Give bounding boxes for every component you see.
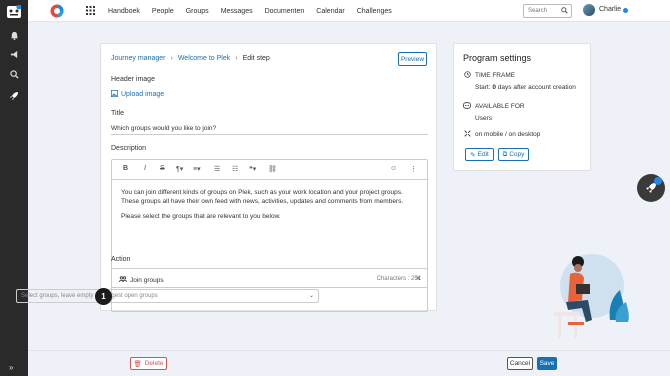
step-badge: 1 — [95, 288, 112, 305]
people-icon — [119, 276, 127, 285]
strikethrough-icon[interactable]: S — [160, 165, 165, 172]
align-icon[interactable]: ≡▾ — [193, 165, 201, 173]
more-options-icon[interactable]: ⋮ — [410, 165, 417, 173]
bullet-list-icon[interactable]: ☰ — [214, 165, 220, 173]
user-circle-icon — [463, 102, 471, 111]
chevron-right-icon: › — [170, 55, 173, 62]
megaphone-icon[interactable] — [6, 46, 22, 62]
title-input[interactable]: Which groups would you like to join? — [111, 125, 216, 132]
trash-icon: 🗑 — [133, 360, 142, 368]
platform-row: on mobile / on desktop — [463, 130, 540, 139]
description-paragraph-1: You can join different kinds of groups o… — [121, 189, 404, 205]
italic-icon[interactable]: I — [144, 165, 146, 172]
bell-icon[interactable] — [6, 27, 22, 43]
close-icon[interactable]: × — [416, 273, 421, 283]
time-frame-row: TIME FRAME — [463, 71, 515, 80]
platform-value: on mobile / on desktop — [475, 131, 541, 138]
image-icon — [111, 90, 118, 99]
collapse-sidebar-button[interactable]: » — [9, 363, 13, 372]
left-sidebar: » — [0, 0, 28, 376]
bottom-action-bar — [28, 350, 670, 376]
start-row: Start: 0 days after account creation — [463, 84, 576, 91]
search-input[interactable]: Search — [523, 4, 572, 18]
plek-logo-icon[interactable] — [50, 4, 64, 18]
person-reading-illustration — [548, 250, 638, 340]
expand-icon — [463, 130, 471, 139]
avatar[interactable] — [583, 4, 595, 16]
main-nav: Handboek People Groups Messages Document… — [108, 0, 404, 22]
delete-button[interactable]: 🗑 Delete — [130, 357, 167, 370]
top-navigation-bar: Handboek People Groups Messages Document… — [28, 0, 670, 22]
breadcrumb: Journey manager › Welcome to Plek › Edit… — [111, 55, 270, 62]
search-icon[interactable] — [6, 66, 22, 82]
user-name[interactable]: Charlie — [599, 6, 621, 13]
program-settings-card: Program settings TIME FRAME Start: 0 day… — [453, 43, 591, 171]
start-days: 0 — [492, 84, 496, 91]
groups-select[interactable]: Select groups, leave empty to suggest op… — [16, 289, 319, 303]
pencil-icon: ✎ — [470, 151, 476, 159]
time-frame-label: TIME FRAME — [475, 72, 516, 79]
bold-icon[interactable]: B — [123, 165, 128, 172]
app-logo-icon[interactable] — [6, 4, 22, 20]
title-underline — [111, 134, 428, 135]
search-icon — [561, 7, 568, 16]
breadcrumb-journey-manager[interactable]: Journey manager — [111, 55, 165, 62]
notification-badge — [654, 177, 662, 185]
cancel-button[interactable]: Cancel — [507, 357, 533, 370]
nav-item-people[interactable]: People — [152, 8, 174, 15]
breadcrumb-welcome[interactable]: Welcome to Plek — [178, 55, 230, 62]
action-label: Action — [111, 256, 131, 263]
nav-item-calendar[interactable]: Calendar — [316, 8, 344, 15]
paragraph-icon[interactable]: ¶▾ — [176, 165, 183, 173]
chevron-down-icon: ⌄ — [308, 293, 314, 299]
nav-item-handboek[interactable]: Handboek — [108, 8, 140, 15]
editor-toolbar: B I S ¶▾ ≡▾ ☰ ☷ ❝▾ ⛓ ☺ ⋮ — [112, 160, 427, 180]
description-label: Description — [111, 145, 147, 152]
quote-icon[interactable]: ❝▾ — [249, 165, 256, 173]
program-settings-title: Program settings — [463, 53, 532, 63]
nav-item-challenges[interactable]: Challenges — [357, 8, 392, 15]
copy-button[interactable]: ⧉ Copy — [498, 148, 529, 161]
search-placeholder: Search — [528, 8, 548, 14]
emoji-icon[interactable]: ☺ — [390, 165, 397, 172]
chevron-right-icon: › — [235, 55, 238, 62]
numbered-list-icon[interactable]: ☷ — [232, 165, 238, 173]
notification-dot — [623, 8, 628, 13]
groups-select-placeholder: Select groups, leave empty to suggest op… — [21, 293, 158, 299]
edit-label: Edit — [477, 151, 489, 158]
upload-image-link[interactable]: Upload image — [111, 90, 164, 99]
apps-grid-icon[interactable] — [86, 6, 95, 15]
available-value: Users — [475, 115, 492, 122]
nav-item-messages[interactable]: Messages — [221, 8, 253, 15]
header-image-label: Header image — [111, 76, 155, 83]
nav-item-documenten[interactable]: Documenten — [265, 8, 305, 15]
clock-icon — [463, 71, 471, 80]
upload-image-label: Upload image — [121, 91, 165, 98]
preview-button[interactable]: Preview — [398, 52, 427, 66]
link-icon[interactable]: ⛓ — [268, 165, 277, 173]
edit-button[interactable]: ✎ Edit — [465, 148, 494, 161]
copy-label: Copy — [509, 151, 525, 158]
edit-step-card: Journey manager › Welcome to Plek › Edit… — [100, 43, 437, 312]
available-value-row: Users — [463, 115, 492, 122]
delete-label: Delete — [144, 360, 164, 367]
description-paragraph-2: Please select the groups that are releva… — [121, 213, 281, 220]
join-groups-header: Join groups — [119, 276, 164, 285]
join-groups-label: Join groups — [130, 277, 164, 284]
copy-icon: ⧉ — [502, 150, 508, 158]
start-prefix: Start: — [475, 84, 491, 91]
nav-item-groups[interactable]: Groups — [186, 8, 209, 15]
rocket-icon[interactable] — [6, 88, 22, 104]
title-label: Title — [111, 110, 124, 117]
save-button[interactable]: Save — [537, 357, 557, 370]
start-suffix: days after account creation — [497, 84, 576, 91]
available-label: AVAILABLE FOR — [475, 103, 525, 110]
available-row: AVAILABLE FOR — [463, 102, 525, 111]
breadcrumb-current: Edit step — [242, 55, 270, 62]
